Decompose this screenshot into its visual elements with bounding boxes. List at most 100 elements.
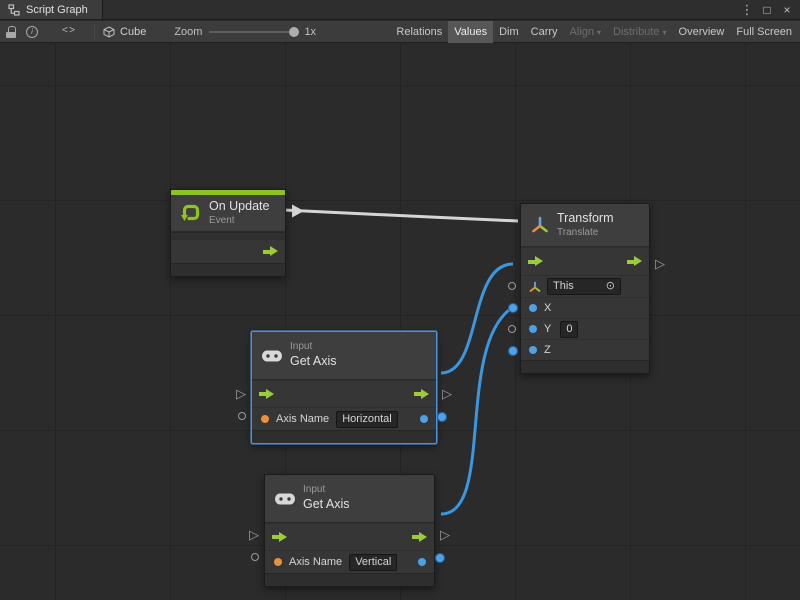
x-label: X [544, 302, 551, 314]
zoom-slider-handle[interactable] [289, 27, 299, 37]
get-axis-horizontal-node[interactable]: Input Get Axis Axis Name Horizontal ▷ ▷ [251, 331, 437, 444]
axis-name-input-port[interactable] [238, 412, 246, 420]
graph-target[interactable]: Cube [103, 26, 146, 38]
carry-button[interactable]: Carry [525, 21, 564, 43]
y-input-port[interactable] [508, 325, 516, 333]
axis-mini-icon [529, 281, 541, 293]
toolbar-divider [94, 25, 95, 39]
axis-name-field[interactable]: Vertical [349, 554, 397, 571]
control-row [171, 239, 285, 263]
this-row: This ⊙ [521, 275, 649, 297]
result-value-dot[interactable] [420, 415, 428, 423]
lock-icon[interactable] [6, 26, 16, 38]
on-update-header: On Update Event [171, 195, 285, 232]
zoom-slider[interactable] [209, 31, 297, 33]
result-output-port-connected[interactable] [435, 553, 445, 563]
control-output-arrow-icon[interactable] [414, 389, 429, 400]
node-category: Input [303, 484, 350, 497]
y-label: Y [544, 323, 551, 335]
info-icon[interactable]: i [26, 26, 38, 38]
y-value-dot[interactable] [529, 325, 537, 333]
this-input-port[interactable] [508, 282, 516, 290]
zoom-value: 1x [304, 26, 316, 38]
zoom-control: Zoom 1x [174, 26, 316, 38]
z-value-dot[interactable] [529, 346, 537, 354]
tab-label: Script Graph [26, 4, 88, 16]
target-picker-icon[interactable]: ⊙ [606, 281, 615, 292]
align-button[interactable]: Align▾ [564, 21, 607, 43]
x-value-dot[interactable] [529, 304, 537, 312]
result-value-dot[interactable] [418, 558, 426, 566]
control-output-arrow-icon[interactable] [627, 256, 642, 267]
tab-script-graph[interactable]: Script Graph [0, 0, 103, 19]
this-object-field[interactable]: This ⊙ [547, 278, 621, 295]
axis-name-value-dot[interactable] [274, 558, 282, 566]
transform-translate-node[interactable]: Transform Translate [520, 203, 650, 374]
titlebar: Script Graph ⋮ □ × [0, 0, 800, 20]
control-input-port[interactable]: ▷ [236, 387, 246, 401]
z-input-port-connected[interactable] [508, 346, 518, 356]
control-input-arrow-icon[interactable] [272, 532, 287, 543]
control-output-arrow-icon[interactable] [412, 532, 427, 543]
node-footer [171, 263, 285, 276]
close-icon[interactable]: × [779, 2, 795, 18]
control-input-port[interactable]: ▷ [249, 528, 259, 542]
axis-name-input-port[interactable] [251, 553, 259, 561]
graph-toolbar: i <> Cube Zoom 1x Relations Values Dim C… [0, 21, 800, 43]
y-value-field[interactable]: 0 [560, 321, 578, 338]
gamepad-icon [261, 349, 283, 363]
control-row [265, 523, 434, 550]
cube-icon [103, 26, 115, 38]
node-title: Transform [557, 211, 614, 227]
chevron-down-icon: ▾ [597, 28, 601, 37]
control-wire [284, 210, 518, 221]
control-wire-arrowhead [292, 205, 304, 218]
overview-button[interactable]: Overview [673, 21, 731, 43]
on-update-node[interactable]: On Update Event [170, 189, 286, 277]
control-input-arrow-icon[interactable] [528, 256, 543, 267]
dim-button[interactable]: Dim [493, 21, 525, 43]
result-output-port-connected[interactable] [437, 412, 447, 422]
control-row [252, 380, 436, 407]
toolbar-buttons: Relations Values Dim Carry Align▾ Distri… [390, 21, 798, 43]
maximize-icon[interactable]: □ [759, 2, 775, 18]
window-controls: ⋮ □ × [739, 0, 800, 19]
control-output-arrow-icon[interactable] [263, 246, 278, 257]
distribute-button[interactable]: Distribute▾ [607, 21, 672, 43]
loop-arrow-icon [180, 202, 202, 224]
control-output-port[interactable]: ▷ [655, 257, 665, 271]
this-value: This [553, 280, 574, 293]
axis-name-label: Axis Name [289, 556, 342, 568]
vertical-to-z-wire [441, 307, 513, 514]
code-icon[interactable]: <> [62, 26, 76, 37]
node-title: On Update [209, 199, 269, 215]
node-footer [252, 430, 436, 443]
script-graph-window: Script Graph ⋮ □ × i <> Cube Zoom 1x Rel… [0, 0, 800, 600]
graph-canvas[interactable]: On Update Event [0, 43, 800, 600]
x-input-port-connected[interactable] [508, 303, 518, 313]
values-button[interactable]: Values [448, 21, 493, 43]
relations-button[interactable]: Relations [390, 21, 448, 43]
axis-name-row: Axis Name Horizontal [252, 407, 436, 430]
control-input-arrow-icon[interactable] [259, 389, 274, 400]
axis-name-value-dot[interactable] [261, 415, 269, 423]
axis-name-row: Axis Name Vertical [265, 550, 434, 573]
axis-name-field[interactable]: Horizontal [336, 411, 398, 428]
fullscreen-button[interactable]: Full Screen [730, 21, 798, 43]
x-input-row: X [521, 297, 649, 318]
get-axis-vertical-node[interactable]: Input Get Axis Axis Name Vertical ▷ ▷ [264, 474, 435, 587]
node-subtitle: Translate [557, 227, 614, 240]
control-row [521, 247, 649, 275]
z-input-row: Z [521, 339, 649, 360]
kebab-menu-icon[interactable]: ⋮ [739, 2, 755, 18]
node-title: Get Axis [290, 354, 337, 370]
control-output-port[interactable]: ▷ [442, 387, 452, 401]
get-axis-header: Input Get Axis [252, 332, 436, 380]
zoom-label: Zoom [174, 26, 202, 38]
axis-name-label: Axis Name [276, 413, 329, 425]
y-input-row: Y 0 [521, 318, 649, 339]
control-output-port[interactable]: ▷ [440, 528, 450, 542]
transform-gizmo-icon [530, 215, 550, 235]
get-axis-header: Input Get Axis [265, 475, 434, 523]
node-title: Get Axis [303, 497, 350, 513]
